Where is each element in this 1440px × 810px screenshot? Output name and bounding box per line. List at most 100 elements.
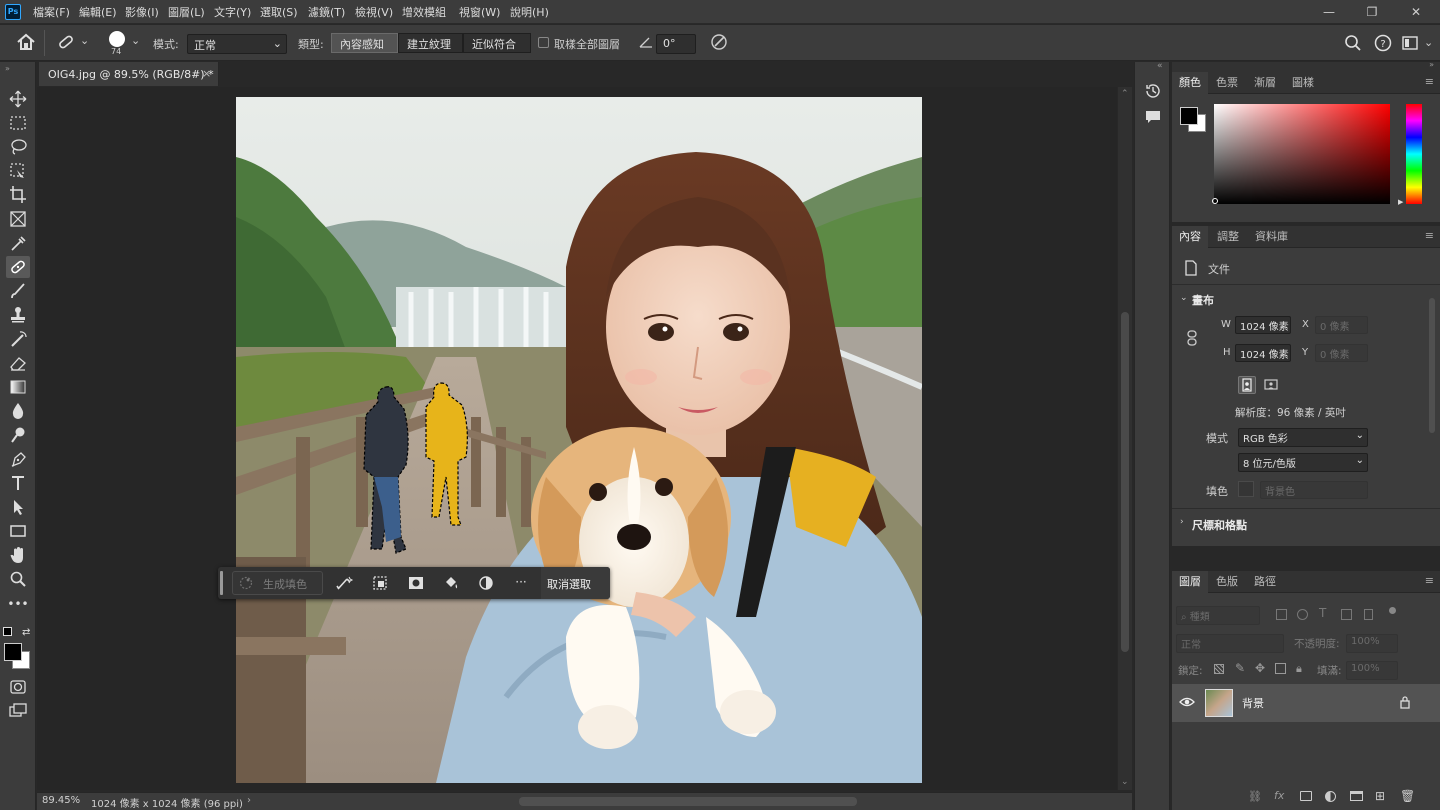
tab-gradients[interactable]: 漸層 xyxy=(1247,72,1283,94)
spot-healing-brush-tool-icon[interactable] xyxy=(6,256,30,278)
lock-artboard-icon[interactable] xyxy=(1275,663,1286,674)
link-layers-icon[interactable]: ⛓︎ xyxy=(1248,790,1262,803)
drag-handle[interactable] xyxy=(220,571,223,595)
properties-scrollbar[interactable] xyxy=(1429,298,1435,433)
brush-preview[interactable] xyxy=(109,31,125,47)
menu-plugins[interactable]: 增效模組 xyxy=(402,4,446,20)
frame-tool-icon[interactable] xyxy=(6,208,30,230)
restore-button[interactable]: ❐ xyxy=(1361,3,1383,21)
workspace-icon[interactable] xyxy=(1402,36,1420,50)
workspace-chevron-icon[interactable]: ⌄ xyxy=(1424,36,1433,49)
color-mode-select[interactable]: RGB 色彩 ⌄ xyxy=(1238,428,1368,447)
minimize-button[interactable]: — xyxy=(1318,3,1340,21)
path-selection-tool-icon[interactable] xyxy=(6,496,30,518)
eyedropper-tool-icon[interactable] xyxy=(6,232,30,254)
crop-tool-icon[interactable] xyxy=(6,184,30,206)
search-icon[interactable] xyxy=(1344,34,1362,52)
blur-tool-icon[interactable] xyxy=(6,400,30,422)
foreground-color-chip[interactable] xyxy=(1180,107,1198,125)
filter-pixel-icon[interactable] xyxy=(1276,609,1287,620)
hand-tool-icon[interactable] xyxy=(6,544,30,566)
tab-adjustments[interactable]: 調整 xyxy=(1210,226,1246,248)
brush-chevron-icon[interactable]: ⌄ xyxy=(131,34,140,47)
collapse-tools-icon[interactable]: » xyxy=(5,64,10,73)
layer-style-icon[interactable]: fx xyxy=(1274,789,1284,802)
vertical-scroll-thumb[interactable] xyxy=(1121,312,1129,652)
comments-icon[interactable] xyxy=(1144,108,1162,126)
vertical-scrollbar[interactable]: ⌃ ⌄ xyxy=(1118,87,1132,790)
tab-swatches[interactable]: 色票 xyxy=(1209,72,1245,94)
color-field[interactable] xyxy=(1214,104,1390,204)
help-icon[interactable]: ? xyxy=(1374,34,1392,52)
swap-colors-icon[interactable]: ⇄ xyxy=(22,627,30,638)
panel-menu-icon[interactable]: ≡ xyxy=(1425,229,1434,242)
lock-transparent-icon[interactable] xyxy=(1214,664,1224,674)
portrait-orientation-button[interactable] xyxy=(1238,376,1256,394)
document-canvas[interactable] xyxy=(236,97,922,783)
sample-all-layers-checkbox[interactable] xyxy=(538,37,549,48)
screen-mode-icon[interactable] xyxy=(6,700,30,722)
adjustment-layer-icon[interactable] xyxy=(475,573,497,593)
menu-edit[interactable]: 編輯(E) xyxy=(79,4,117,20)
panel-menu-icon[interactable]: ≡ xyxy=(1425,75,1434,88)
rectangle-tool-icon[interactable] xyxy=(6,520,30,542)
filter-toggle-icon[interactable] xyxy=(1389,607,1396,614)
chevron-down-icon[interactable]: ⌄ xyxy=(80,34,89,47)
opacity-input[interactable]: 100% xyxy=(1346,634,1398,653)
marquee-tool-icon[interactable] xyxy=(6,112,30,134)
close-window-button[interactable]: ✕ xyxy=(1405,3,1427,21)
modify-selection-icon[interactable] xyxy=(333,573,355,593)
blend-mode-select[interactable]: 正常 xyxy=(1176,634,1284,653)
edit-toolbar-icon[interactable]: ••• xyxy=(6,596,30,618)
height-input[interactable]: 1024 像素 xyxy=(1235,344,1291,362)
filter-smart-object-icon[interactable] xyxy=(1364,609,1373,620)
visibility-eye-icon[interactable] xyxy=(1179,695,1195,709)
layer-filter-select[interactable]: ⌕ 種類 xyxy=(1176,606,1260,625)
filter-shape-icon[interactable] xyxy=(1341,609,1352,620)
fill-select[interactable]: 背景色 xyxy=(1260,481,1368,499)
tab-layers[interactable]: 圖層 xyxy=(1172,571,1208,593)
more-options-icon[interactable]: ··· xyxy=(510,573,532,593)
lock-move-icon[interactable]: ✥ xyxy=(1255,661,1265,675)
collapse-panel-icon[interactable]: » xyxy=(1429,60,1434,69)
color-picker-marker[interactable] xyxy=(1212,198,1218,204)
menu-window[interactable]: 視窗(W) xyxy=(459,4,500,20)
tab-patterns[interactable]: 圖樣 xyxy=(1285,72,1321,94)
hue-slider[interactable] xyxy=(1406,104,1422,204)
tab-channels[interactable]: 色版 xyxy=(1209,571,1245,593)
mode-select[interactable]: 正常 ⌄ xyxy=(187,34,287,54)
lasso-tool-icon[interactable] xyxy=(6,136,30,158)
create-mask-icon[interactable] xyxy=(405,573,427,593)
type-tool-icon[interactable] xyxy=(6,472,30,494)
deselect-button[interactable]: 取消選取 xyxy=(541,567,610,599)
gradient-tool-icon[interactable] xyxy=(6,376,30,398)
tab-paths[interactable]: 路徑 xyxy=(1247,571,1283,593)
chevron-down-icon[interactable]: ⌄ xyxy=(1180,293,1188,303)
generative-fill-button[interactable]: 生成填色 xyxy=(232,571,323,595)
scroll-down-icon[interactable]: ⌄ xyxy=(1121,777,1129,787)
pressure-size-icon[interactable] xyxy=(710,33,728,51)
foreground-color-swatch[interactable] xyxy=(4,643,22,661)
menu-file[interactable]: 檔案(F) xyxy=(33,4,70,20)
fill-selection-icon[interactable] xyxy=(440,573,462,593)
home-icon[interactable] xyxy=(16,33,36,51)
menu-filter[interactable]: 濾鏡(T) xyxy=(308,4,345,20)
history-icon[interactable] xyxy=(1144,82,1162,100)
eraser-tool-icon[interactable] xyxy=(6,352,30,374)
dodge-tool-icon[interactable] xyxy=(6,424,30,446)
default-colors-icon[interactable] xyxy=(3,627,12,636)
menu-layer[interactable]: 圖層(L) xyxy=(168,4,205,20)
hue-slider-handle[interactable]: ▶ xyxy=(1398,198,1403,206)
delete-layer-icon[interactable]: 🗑︎ xyxy=(1400,789,1415,803)
zoom-tool-icon[interactable] xyxy=(6,568,30,590)
layer-name[interactable]: 背景 xyxy=(1242,695,1264,711)
add-mask-icon[interactable] xyxy=(1300,791,1312,801)
history-brush-tool-icon[interactable] xyxy=(6,328,30,350)
width-input[interactable]: 1024 像素 xyxy=(1235,316,1291,334)
zoom-level[interactable]: 89.45% xyxy=(42,795,80,806)
tab-libraries[interactable]: 資料庫 xyxy=(1248,226,1295,248)
fill-swatch[interactable] xyxy=(1238,481,1254,497)
quick-mask-icon[interactable] xyxy=(6,676,30,698)
lock-all-icon[interactable]: 🔒︎ xyxy=(1296,662,1302,676)
chevron-right-icon[interactable]: › xyxy=(1180,517,1184,527)
